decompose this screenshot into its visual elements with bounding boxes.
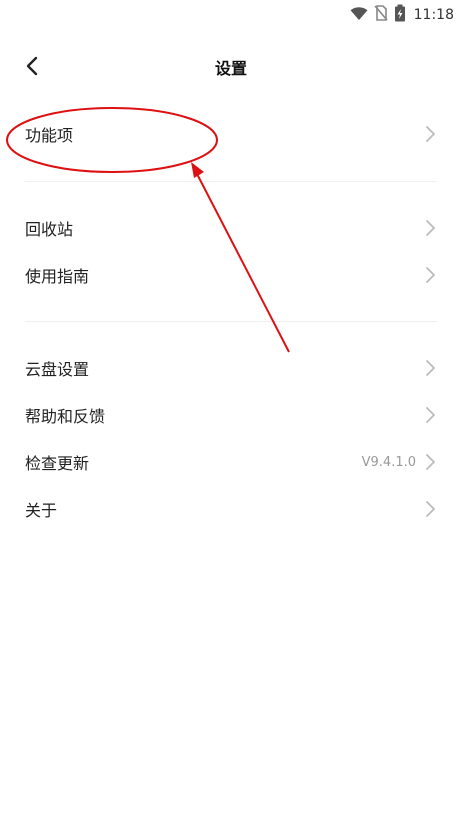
page-title: 设置	[214, 59, 247, 78]
chevron-right-icon	[424, 125, 440, 143]
wifi-icon	[350, 6, 368, 25]
version-value: V9.4.1.0	[361, 454, 416, 470]
settings-item-about[interactable]: 关于	[0, 486, 462, 532]
header: 设置	[0, 44, 462, 88]
battery-charging-icon	[394, 4, 406, 26]
settings-item-label: 关于	[25, 501, 58, 520]
chevron-right-icon	[424, 219, 440, 237]
status-bar: 11:18	[0, 0, 462, 26]
settings-item-label: 使用指南	[25, 267, 90, 286]
settings-item-user-guide[interactable]: 使用指南	[0, 252, 462, 298]
divider	[25, 321, 437, 322]
no-sim-icon	[374, 5, 388, 25]
chevron-right-icon	[424, 500, 440, 518]
settings-item-features[interactable]: 功能项	[0, 111, 462, 157]
settings-item-label: 帮助和反馈	[25, 407, 106, 426]
settings-item-label: 检查更新	[25, 454, 90, 473]
chevron-right-icon	[424, 266, 440, 284]
chevron-right-icon	[424, 453, 440, 471]
settings-item-label: 功能项	[25, 126, 74, 145]
settings-item-recycle-bin[interactable]: 回收站	[0, 205, 462, 251]
settings-item-check-update[interactable]: 检查更新 V9.4.1.0	[0, 439, 462, 485]
settings-item-cloud-settings[interactable]: 云盘设置	[0, 345, 462, 391]
divider	[25, 181, 437, 182]
chevron-right-icon	[424, 406, 440, 424]
settings-item-label: 云盘设置	[25, 360, 90, 379]
settings-item-help-feedback[interactable]: 帮助和反馈	[0, 392, 462, 438]
status-icons: 11:18	[350, 4, 454, 26]
annotation-arrow-head	[191, 162, 204, 178]
chevron-right-icon	[424, 359, 440, 377]
status-time: 11:18	[413, 7, 454, 23]
settings-item-label: 回收站	[25, 220, 74, 239]
